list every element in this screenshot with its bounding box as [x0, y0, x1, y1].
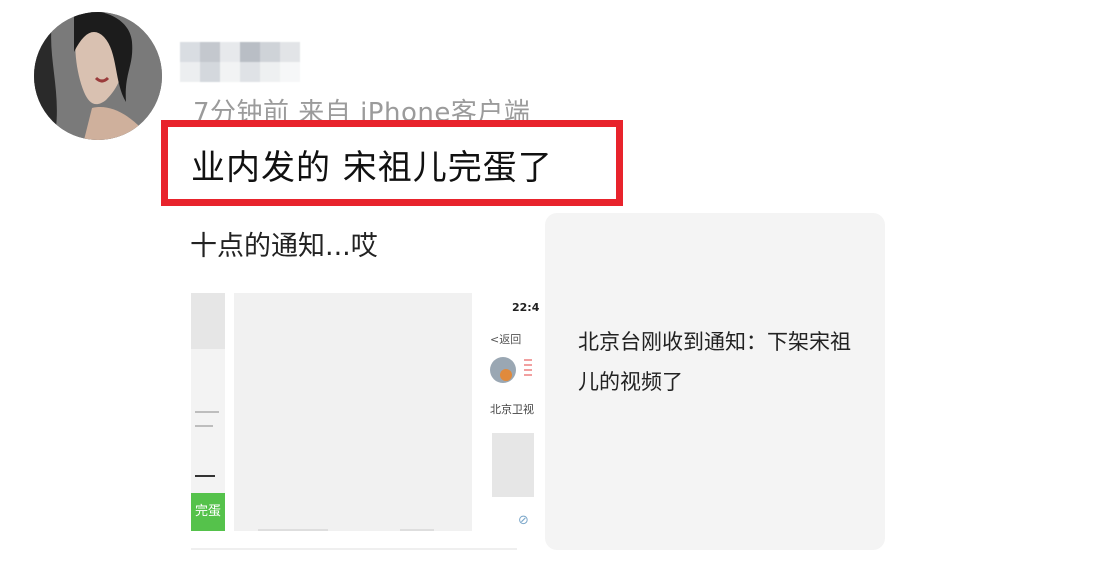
phone-card — [492, 433, 534, 497]
phone-red-text — [524, 359, 532, 379]
text-line — [195, 475, 215, 477]
faint-line — [400, 529, 434, 531]
post-body: 十点的通知...哎 — [190, 231, 378, 262]
phone-channel-name: 北京卫视 — [490, 403, 534, 416]
image-thumbnail-phone[interactable]: 22:4 <返回 北京卫视 ⊘ — [484, 293, 540, 533]
phone-time: 22:4 — [512, 301, 540, 314]
image-thumbnail-main[interactable] — [234, 293, 472, 531]
text-line — [195, 425, 213, 427]
divider — [191, 548, 517, 550]
green-badge: 完蛋 — [191, 493, 225, 531]
avatar[interactable] — [34, 12, 162, 140]
post-headline: 业内发的 宋祖儿完蛋了 — [191, 148, 553, 188]
username-blurred — [180, 42, 300, 82]
link-icon: ⊘ — [518, 513, 529, 528]
text-line — [195, 411, 219, 413]
avatar-photo — [34, 12, 162, 140]
quoted-card-text: 北京台刚收到通知：下架宋祖儿的视频了 — [578, 330, 851, 394]
faint-line — [258, 529, 328, 531]
phone-back: <返回 — [490, 333, 522, 346]
thumbnail-header — [191, 293, 225, 349]
phone-avatar — [490, 357, 516, 383]
